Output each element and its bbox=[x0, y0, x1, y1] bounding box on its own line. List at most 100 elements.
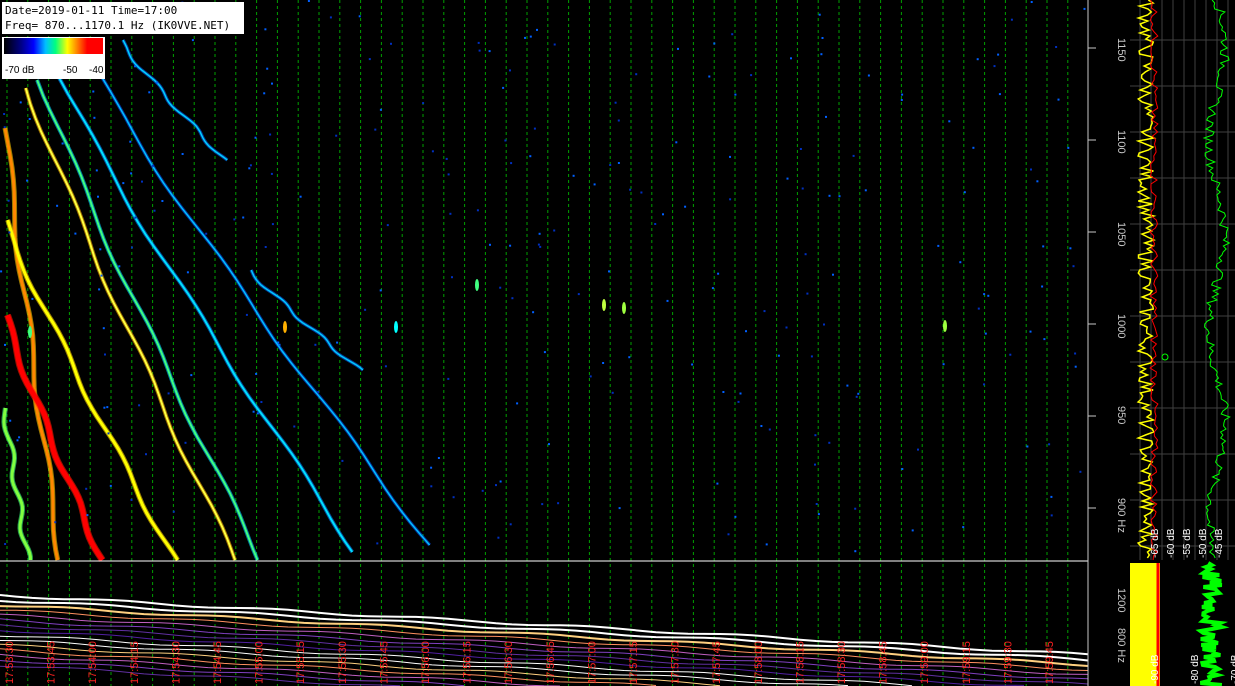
time-label: 17:55:30 bbox=[337, 641, 349, 684]
noise-speck bbox=[1055, 46, 1058, 48]
noise-speck bbox=[589, 375, 592, 378]
noise-speck bbox=[765, 543, 768, 546]
freq-label: 950 bbox=[1115, 406, 1127, 424]
noise-speck bbox=[430, 485, 433, 488]
noise-speck bbox=[814, 434, 817, 437]
noise-speck bbox=[93, 116, 96, 119]
noise-speck bbox=[602, 362, 605, 364]
date-time-label: Date=2019-01-11 Time=17:00 bbox=[5, 4, 178, 17]
noise-speck bbox=[478, 49, 481, 52]
noise-speck bbox=[1048, 443, 1051, 446]
noise-speck bbox=[104, 353, 106, 356]
noise-speck bbox=[7, 199, 10, 202]
noise-speck bbox=[336, 341, 339, 344]
noise-speck bbox=[341, 459, 344, 462]
noise-speck bbox=[1036, 180, 1039, 183]
freq-label: 1000 bbox=[1115, 314, 1127, 338]
noise-speck bbox=[16, 439, 19, 442]
frequency-range-label: Freq= 870...1170.1 Hz (IK0VVE.NET) bbox=[5, 19, 231, 32]
noise-speck bbox=[717, 272, 720, 275]
noise-speck bbox=[1050, 495, 1053, 498]
noise-speck bbox=[857, 392, 860, 395]
noise-speck bbox=[963, 191, 966, 194]
noise-speck bbox=[364, 308, 367, 311]
noise-speck bbox=[98, 288, 101, 291]
noise-speck bbox=[191, 39, 194, 42]
noise-speck bbox=[92, 90, 95, 93]
noise-speck bbox=[509, 523, 512, 526]
noise-speck bbox=[790, 57, 792, 60]
noise-speck bbox=[233, 218, 236, 221]
noise-speck bbox=[499, 480, 502, 483]
noise-speck bbox=[329, 16, 332, 19]
noise-speck bbox=[901, 93, 904, 96]
noise-speck bbox=[134, 65, 137, 68]
time-label: 17:54:30 bbox=[170, 641, 182, 684]
noise-speck bbox=[437, 457, 440, 459]
legend-max-label: -40 bbox=[89, 65, 104, 76]
noise-speck bbox=[477, 41, 480, 44]
noise-speck bbox=[763, 310, 766, 313]
noise-speck bbox=[937, 244, 940, 247]
noise-speck bbox=[1067, 146, 1070, 149]
noise-speck bbox=[572, 174, 575, 177]
noise-speck bbox=[635, 73, 638, 76]
noise-speck bbox=[983, 383, 985, 386]
noise-speck bbox=[640, 191, 643, 194]
noise-speck bbox=[1041, 285, 1044, 288]
noise-speck bbox=[481, 489, 484, 492]
noise-speck bbox=[617, 119, 620, 122]
noise-speck bbox=[1026, 445, 1029, 448]
noise-speck bbox=[278, 343, 281, 346]
noise-speck bbox=[854, 507, 857, 510]
frequency-axis: 1150 1100 1050 1000 950 900 Hz 1200 800 Hz bbox=[1087, 0, 1130, 686]
noise-speck bbox=[864, 189, 867, 192]
noise-speck bbox=[716, 482, 719, 485]
time-label: 17:57:45 bbox=[711, 641, 723, 684]
noise-speck bbox=[708, 75, 711, 78]
noise-speck bbox=[495, 484, 497, 487]
time-label: 17:59:30 bbox=[1002, 641, 1014, 684]
side-spectrum-panels: -65 dB -60 dB -55 dB -50 dB -45 dB -90 dB -80 … bbox=[1130, 0, 1235, 686]
noise-speck bbox=[31, 297, 34, 300]
noise-speck bbox=[722, 391, 725, 393]
noise-speck bbox=[711, 287, 714, 290]
color-scale-legend: -70 dB -50 -40 bbox=[2, 37, 105, 79]
noise-speck bbox=[962, 526, 965, 529]
noise-speck bbox=[516, 402, 519, 405]
noise-speck bbox=[156, 81, 159, 84]
time-label: 17:59:15 bbox=[961, 641, 973, 684]
noise-speck bbox=[106, 406, 109, 409]
noise-speck bbox=[786, 177, 789, 180]
noise-speck bbox=[609, 164, 612, 166]
time-label: 17:57:30 bbox=[670, 641, 682, 684]
noise-speck bbox=[854, 550, 857, 553]
noise-speck bbox=[61, 142, 64, 145]
noise-speck bbox=[553, 229, 556, 232]
noise-speck bbox=[838, 195, 841, 198]
time-label: 17:56:00 bbox=[420, 641, 432, 684]
noise-speck bbox=[760, 425, 763, 427]
noise-speck bbox=[85, 487, 88, 490]
noise-speck bbox=[314, 343, 317, 346]
noise-speck bbox=[504, 139, 507, 142]
noise-speck bbox=[553, 43, 556, 46]
noise-speck bbox=[376, 542, 379, 545]
noise-speck bbox=[102, 327, 105, 330]
lower-db-label: -90 dB bbox=[1150, 654, 1161, 684]
lower-freq-label: 1200 bbox=[1115, 588, 1127, 612]
noise-speck bbox=[846, 384, 849, 387]
noise-speck bbox=[823, 323, 825, 326]
time-label: 17:53:45 bbox=[46, 641, 58, 684]
noise-speck bbox=[818, 13, 821, 16]
noise-speck bbox=[3, 126, 6, 129]
noise-speck bbox=[900, 99, 903, 101]
noise-speck bbox=[1074, 365, 1077, 368]
time-label: 17:59:00 bbox=[919, 641, 931, 684]
noise-speck bbox=[729, 155, 731, 158]
noise-speck bbox=[129, 140, 132, 143]
time-label: 17:59:45 bbox=[1044, 641, 1056, 684]
noise-speck bbox=[1009, 353, 1012, 356]
noise-speck bbox=[335, 134, 338, 137]
noise-speck bbox=[1050, 514, 1053, 517]
